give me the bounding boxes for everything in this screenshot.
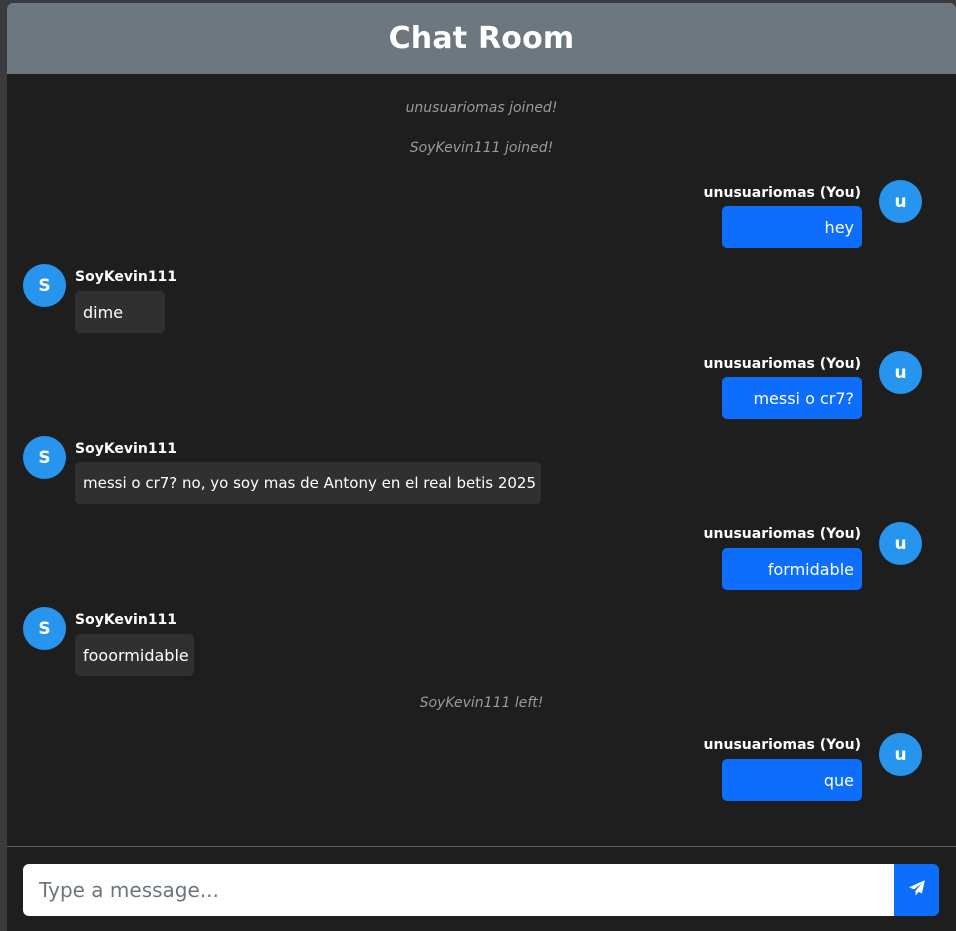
avatar: u xyxy=(879,733,922,776)
message-sender: SoyKevin111 xyxy=(75,441,178,457)
message-sender: SoyKevin111 xyxy=(75,612,178,628)
system-message: SoyKevin111 joined! xyxy=(409,140,554,156)
message-sender: SoyKevin111 xyxy=(75,269,178,285)
message-bubble: dime xyxy=(75,291,165,333)
message-sender: unusuariomas (You) xyxy=(703,185,861,201)
system-message: SoyKevin111 left! xyxy=(419,695,544,711)
chat-title: Chat Room xyxy=(388,21,575,56)
message-sender: unusuariomas (You) xyxy=(703,356,861,372)
avatar: u xyxy=(879,180,922,223)
avatar: S xyxy=(23,264,66,307)
avatar: S xyxy=(23,607,66,650)
send-button[interactable] xyxy=(894,864,939,916)
message-bubble: messi o cr7? xyxy=(722,377,862,419)
paper-plane-icon xyxy=(908,879,926,901)
message-input[interactable] xyxy=(23,864,894,916)
message-list[interactable]: unusuariomas joined! SoyKevin111 joined!… xyxy=(7,74,956,847)
system-message: unusuariomas joined! xyxy=(405,100,558,116)
chat-window: Chat Room unusuariomas joined! SoyKevin1… xyxy=(7,3,956,931)
avatar: u xyxy=(879,351,922,394)
message-sender: unusuariomas (You) xyxy=(703,737,861,753)
message-sender: unusuariomas (You) xyxy=(703,526,861,542)
message-bubble: fooormidable xyxy=(75,634,194,676)
composer-bar xyxy=(7,846,956,931)
message-bubble: que xyxy=(722,759,862,801)
avatar: u xyxy=(879,522,922,565)
chat-header: Chat Room xyxy=(7,3,956,74)
message-bubble: hey xyxy=(722,206,862,248)
avatar: S xyxy=(23,436,66,479)
message-bubble: messi o cr7? no, yo soy mas de Antony en… xyxy=(75,462,541,504)
message-bubble: formidable xyxy=(722,548,862,590)
